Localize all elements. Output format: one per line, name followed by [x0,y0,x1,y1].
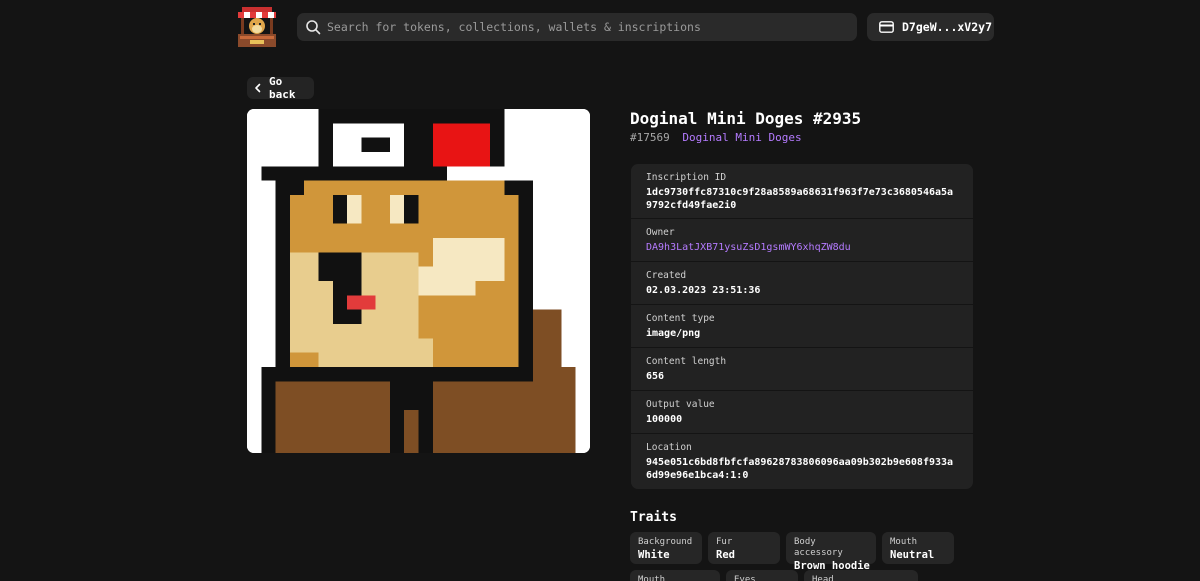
trait-card[interactable]: Mouth accessory [630,570,720,581]
wallet-address: D7geW...xV2y7 [902,20,993,34]
detail-label: Content type [646,313,715,324]
chevron-left-icon [253,83,263,93]
search-input[interactable] [327,20,847,34]
detail-location: Location 945e051c6bd8fbfcfa8962878380609… [631,434,973,489]
wallet-icon [879,21,894,33]
trait-value: White [638,549,670,561]
top-bar: D7geW...xV2y7 [0,0,1200,54]
detail-value: 1dc9730ffc87310c9f28a8589a68631f963f7e73… [646,187,954,211]
trait-key: Eyes [734,575,756,581]
shop-logo[interactable] [236,4,278,48]
trait-card[interactable]: Head [804,570,918,581]
collection-link[interactable]: Doginal Mini Doges [682,131,801,144]
trait-key: Fur [716,537,733,547]
search-bar[interactable] [297,13,857,41]
trait-value: Neutral [890,549,935,561]
detail-value: 945e051c6bd8fbfcfa89628783806096aa09b302… [646,457,954,481]
detail-created: Created 02.03.2023 23:51:36 [631,262,973,305]
detail-label: Location [646,442,692,453]
detail-value: 656 [646,371,665,382]
go-back-label: Go back [269,75,296,101]
detail-label: Content length [646,356,727,367]
details-panel: Inscription ID 1dc9730ffc87310c9f28a8589… [631,164,973,489]
detail-content-type: Content type image/png [631,305,973,348]
detail-label: Created [646,270,687,281]
detail-inscription-id: Inscription ID 1dc9730ffc87310c9f28a8589… [631,164,973,219]
inscription-number: #17569 [630,131,670,144]
inscription-title: Doginal Mini Doges #2935 [630,109,862,128]
detail-value: 02.03.2023 23:51:36 [646,285,761,296]
traits-heading: Traits [630,510,677,525]
go-back-button[interactable]: Go back [247,75,314,101]
trait-key: Head [812,575,834,581]
owner-link[interactable]: DA9h3LatJXB71ysuZsD1gsmWY6xhqZW8du [646,241,958,254]
inscription-subtitle: #17569 Doginal Mini Doges [630,131,802,144]
trait-card[interactable]: Fur Red [708,532,780,564]
detail-label: Inscription ID [646,172,727,183]
detail-label: Owner [646,227,675,238]
search-icon [305,19,321,35]
trait-card[interactable]: Background White [630,532,702,564]
detail-value: 100000 [646,414,683,425]
trait-card[interactable]: Body accessory Brown hoodie [786,532,876,572]
detail-owner: Owner DA9h3LatJXB71ysuZsD1gsmWY6xhqZW8du [631,219,973,262]
trait-key: Body accessory [794,537,843,558]
detail-value: image/png [646,328,701,339]
detail-output-value: Output value 100000 [631,391,973,434]
trait-key: Mouth [890,537,918,547]
detail-label: Output value [646,399,715,410]
detail-content-length: Content length 656 [631,348,973,391]
wallet-button[interactable]: D7geW...xV2y7 [867,13,994,41]
trait-key: Background [638,537,693,547]
trait-card[interactable]: Eyes [726,570,798,581]
trait-key: Mouth accessory [638,575,666,581]
trait-value: Red [716,549,735,561]
inscription-image [247,109,590,453]
trait-card[interactable]: Mouth Neutral [882,532,954,564]
